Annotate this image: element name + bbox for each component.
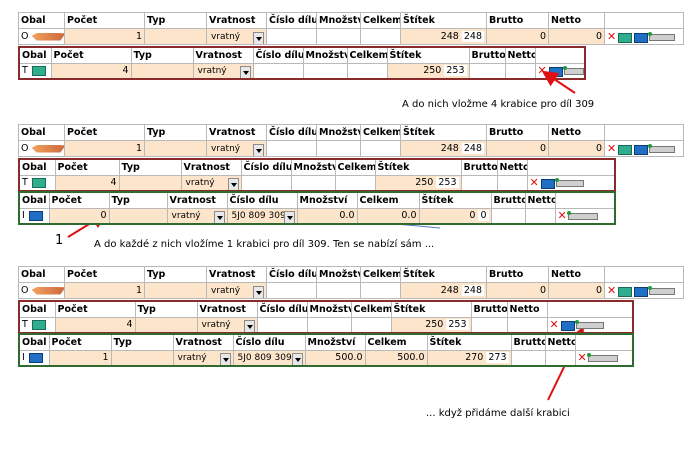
row-actions[interactable]: ✕ (604, 140, 684, 157)
stitek-field[interactable]: 250 253 (390, 316, 472, 334)
chevron-down-icon (243, 320, 255, 332)
celkem-field: 500.0 (364, 349, 428, 367)
obal-cell[interactable]: I (18, 349, 50, 367)
row-actions[interactable]: ✕ (554, 207, 616, 225)
typ-input[interactable] (108, 207, 168, 225)
label-slider-icon (586, 353, 618, 363)
arrow-1 (541, 70, 576, 94)
vratnost-select[interactable]: vratný (206, 282, 267, 299)
netto-field[interactable]: 0 (548, 140, 605, 157)
vratnost-select[interactable]: vratný (180, 174, 242, 192)
annotation-1: A do nich vložme 4 krabice pro díl 309 (402, 99, 595, 110)
stitek-field[interactable]: 248 248 (400, 140, 487, 157)
chevron-down-icon (253, 286, 264, 298)
pocet-input[interactable]: 4 (54, 174, 120, 192)
netto-field[interactable]: 0 (548, 282, 605, 299)
pocet-input[interactable]: 1 (64, 282, 145, 299)
mnozstvi-field[interactable]: 0.0 (296, 207, 358, 225)
pocet-input[interactable]: 0 (48, 207, 110, 225)
stitek-field[interactable]: 0 0 (418, 207, 492, 225)
delete-x-icon: ✕ (549, 318, 559, 332)
pocet-input[interactable]: 4 (54, 316, 136, 334)
annotation-3: ... když přidáme další krabici (426, 408, 570, 419)
delete-x-icon: ✕ (607, 142, 617, 155)
box-icon (28, 210, 43, 221)
typ-input[interactable] (144, 140, 207, 157)
row-actions[interactable]: ✕ (574, 349, 634, 367)
label-slider-icon (574, 320, 604, 330)
typ-input[interactable] (134, 316, 198, 334)
celkem-field: 0.0 (356, 207, 420, 225)
box-icon (634, 286, 648, 297)
row-actions[interactable]: ✕ (604, 282, 684, 299)
box-icon (634, 144, 648, 155)
delete-x-icon: ✕ (577, 351, 587, 365)
typ-input[interactable] (118, 174, 182, 192)
vratnost-select[interactable]: vratný (172, 349, 234, 367)
pallet-icon (31, 144, 64, 153)
obal-cell[interactable]: T (18, 174, 56, 192)
obal-cell[interactable]: T (18, 316, 56, 334)
stitek-field[interactable]: 248 248 (400, 282, 487, 299)
annotation-arrows (67, 70, 584, 401)
block2-row1: Obal Počet Typ Vratnost Číslo dílu Množs… (18, 124, 684, 157)
cislo-select[interactable]: 5J0 809 309 (226, 207, 298, 225)
box-open-icon (618, 144, 632, 155)
mnozstvi-field[interactable]: 500.0 (304, 349, 366, 367)
delete-x-icon: ✕ (607, 284, 617, 297)
label-slider-icon (554, 178, 584, 188)
box-open-icon (618, 286, 632, 297)
stitek-field[interactable]: 250 253 (374, 174, 462, 192)
number-label: 1 (55, 233, 64, 248)
label-slider-icon (648, 144, 675, 153)
typ-input[interactable] (110, 349, 174, 367)
box-icon (540, 178, 555, 189)
brutto-field[interactable]: 0 (486, 282, 549, 299)
row-actions[interactable]: ✕ (526, 174, 616, 192)
chevron-down-icon (253, 144, 264, 156)
chevron-down-icon (213, 211, 225, 223)
box-open-icon (31, 177, 46, 188)
box-open-icon (31, 319, 46, 330)
vratnost-select[interactable]: vratný (166, 207, 228, 225)
block3-row2: Obal Počet Typ Vratnost Číslo dílu Množs… (18, 300, 634, 334)
chevron-down-icon (291, 353, 303, 365)
vratnost-select[interactable]: vratný (206, 140, 267, 157)
obal-cell[interactable]: I (18, 207, 50, 225)
brutto-field[interactable]: 0 (486, 140, 549, 157)
delete-x-icon: ✕ (557, 209, 567, 223)
block3-row3: Obal Počet Typ Vratnost Číslo dílu Množs… (18, 333, 634, 367)
obal-cell[interactable]: O (18, 282, 65, 299)
typ-input[interactable] (144, 282, 207, 299)
pocet-input[interactable]: 1 (48, 349, 112, 367)
annotation-2: A do každé z nich vložíme 1 krabici pro … (94, 239, 435, 250)
chevron-down-icon (219, 353, 231, 365)
label-slider-icon (648, 286, 675, 295)
chevron-down-icon (283, 211, 295, 223)
block3-row1: Obal Počet Typ Vratnost Číslo dílu Množs… (18, 266, 684, 299)
pallet-icon (31, 286, 64, 295)
label-slider-icon (566, 211, 598, 221)
stitek-field[interactable]: 270 273 (426, 349, 512, 367)
cislo-select[interactable]: 5J0 809 309 (232, 349, 306, 367)
row-actions[interactable]: ✕ (546, 316, 634, 334)
box-icon (560, 320, 575, 331)
block2-row2: Obal Počet Typ Vratnost Číslo dílu Množs… (18, 158, 616, 192)
block2-row3: Obal Počet Typ Vratnost Číslo dílu Množs… (18, 191, 616, 225)
pocet-input[interactable]: 1 (64, 140, 145, 157)
vratnost-select[interactable]: vratný (196, 316, 258, 334)
delete-x-icon: ✕ (529, 176, 539, 190)
chevron-down-icon (227, 178, 239, 190)
box-icon (28, 352, 43, 363)
obal-cell[interactable]: O (18, 140, 65, 157)
